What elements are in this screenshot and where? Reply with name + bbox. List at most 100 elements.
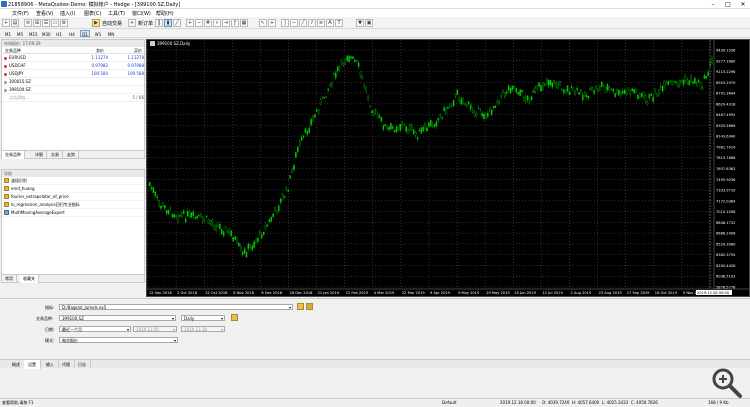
tester-icon[interactable]: ⚙ [60, 19, 68, 27]
symbol-settings-icon[interactable] [231, 314, 238, 321]
menu-file[interactable]: 文件(F) [12, 10, 29, 17]
candle-body [319, 99, 322, 105]
vertical-line-icon[interactable]: │ [281, 19, 289, 27]
market-watch-row[interactable]: USDCHF 0.97982 0.97988 [2, 62, 144, 70]
col-bid[interactable]: 卖价 [96, 47, 104, 54]
autoscroll-icon[interactable]: » [213, 19, 221, 27]
date-range-select[interactable]: 最近一个月 ▾ [59, 326, 131, 332]
navigator-item[interactable]: 波段识别 [2, 177, 144, 185]
cursor-icon[interactable]: ↖ [259, 19, 267, 27]
candle-body [656, 94, 658, 97]
tf-w1[interactable]: W1 [93, 30, 103, 37]
menu-view[interactable]: 查看(V) [36, 10, 53, 17]
close-button[interactable]: ✕ [736, 0, 750, 9]
data-window-icon[interactable]: ⊞ [33, 19, 41, 27]
tab-favorites[interactable]: 收藏夹 [20, 275, 39, 283]
crosshair-icon[interactable]: + [268, 19, 276, 27]
mode-select[interactable]: 每次报价 ▾ [59, 337, 178, 343]
indicators-icon[interactable]: ƒ [231, 19, 239, 27]
menu-insert[interactable]: 插入(I) [60, 10, 75, 17]
tf-m1[interactable]: M1 [3, 30, 13, 37]
tab-settings[interactable]: 设置 [24, 360, 41, 369]
price-chart[interactable]: 9439.1036 9277.1680 9115.2296 8953.2970 8791… [146, 39, 750, 297]
tab-trading[interactable]: 交易 [48, 151, 63, 159]
autotrading-label[interactable]: 自动交易 [102, 20, 122, 27]
market-watch-icon[interactable]: ≡ [24, 19, 32, 27]
market-watch-row[interactable]: USDJPY 109.584 109.588 [2, 70, 144, 78]
tf-m30[interactable]: M30 [41, 30, 51, 37]
templates-icon[interactable]: ▦ [240, 19, 248, 27]
label-icon[interactable]: T [335, 19, 343, 27]
chart-canvas[interactable]: 9439.1036 9277.1680 9115.2296 8953.2970 8791… [147, 40, 749, 296]
maximize-button[interactable]: □ [721, 0, 735, 9]
tab-inputs[interactable]: 输入 [42, 360, 59, 369]
new-order-label[interactable]: 新订单 [138, 20, 153, 27]
menu-window[interactable]: 窗口(W) [132, 10, 151, 17]
tab-symbols[interactable]: 交易品种 [2, 151, 25, 159]
candle-body [335, 72, 337, 78]
tab-details[interactable]: 详细 [32, 151, 47, 159]
tab-overview[interactable]: 概述 [8, 360, 25, 369]
date-to-field[interactable]: 2019.12.18 ▾ [181, 326, 225, 332]
candlestick-icon[interactable]: ▮ [164, 19, 172, 27]
market-watch-row[interactable]: 399100.SZ [2, 86, 144, 94]
expert-select[interactable]: D:/Bags/ol_Jumels.ex5 ▾ [59, 304, 293, 310]
navigator-icon[interactable]: ☰ [42, 19, 50, 27]
tab-common[interactable]: 常用 [2, 275, 17, 283]
menu-charts[interactable]: 图表(C) [84, 10, 101, 17]
tf-h4[interactable]: H4 [67, 30, 77, 37]
candle-body [711, 58, 713, 64]
bar-chart-icon[interactable]: ┃ [155, 19, 163, 27]
tf-m5[interactable]: M5 [15, 30, 25, 37]
add-symbol-hint[interactable]: 点击添加... [9, 94, 29, 102]
tf-mn[interactable]: MN [106, 30, 116, 37]
autotrading-icon[interactable]: ▶ [92, 19, 100, 27]
tab-ticks[interactable]: 走势 [64, 151, 79, 159]
navigator-header: 导航 [2, 170, 144, 177]
navigator-item[interactable]: MultiMovingAverageExpert [2, 209, 144, 217]
add-symbol-row[interactable]: 点击添加... 5 / 66 [2, 94, 144, 102]
trendline-icon[interactable]: ╱ [299, 19, 307, 27]
zoom-in-icon[interactable]: + [186, 19, 194, 27]
col-ask[interactable]: 买价 [134, 47, 142, 54]
tf-m15[interactable]: M15 [28, 30, 38, 37]
navigator-item[interactable]: emd_huang [2, 185, 144, 193]
screenshot-icon[interactable]: ▣ [365, 19, 373, 27]
zoom-icon[interactable] [707, 366, 747, 400]
expert-open-icon[interactable] [297, 303, 304, 310]
menu-tools[interactable]: 工具(T) [108, 10, 125, 17]
horizontal-line-icon[interactable]: ─ [290, 19, 298, 27]
tab-journal[interactable]: 日志 [74, 360, 91, 369]
new-order-icon[interactable]: + [128, 19, 136, 27]
expert-edit-icon[interactable] [306, 303, 313, 310]
col-symbol[interactable]: 交易品种 [5, 47, 21, 54]
zoom-out-icon[interactable]: − [195, 19, 203, 27]
terminal-icon[interactable]: ▭ [51, 19, 59, 27]
fibonacci-icon[interactable]: ≡ [317, 19, 325, 27]
tab-agents[interactable]: 代理 [58, 360, 75, 369]
navigator-item[interactable]: lo_regression_analysis回归专业指标 [2, 201, 144, 209]
candle-body [257, 237, 259, 242]
menu-help[interactable]: 帮助(H) [156, 10, 174, 17]
text-icon[interactable]: A [326, 19, 334, 27]
period-select[interactable]: Daily ▾ [181, 315, 225, 321]
new-chart-icon[interactable]: + [2, 19, 10, 27]
market-watch-row[interactable]: 300015.SZ [2, 78, 144, 86]
profiles-icon[interactable]: ▤ [11, 19, 19, 27]
date-from-field[interactable]: 2019.12.05 ▾ [133, 326, 177, 332]
chart-shift-icon[interactable]: ⇥ [222, 19, 230, 27]
tf-d1[interactable]: D1 [80, 30, 90, 37]
navigator-item[interactable]: fourier_extrapolator_of_price [2, 193, 144, 201]
symbol-select[interactable]: 399100.SZ ▾ [59, 315, 176, 321]
candle-body [359, 71, 362, 76]
market-watch-row[interactable]: EURUSD 1.11274 1.11278 [2, 54, 144, 62]
channel-icon[interactable]: ⫽ [308, 19, 316, 27]
grid-icon[interactable]: # [204, 19, 212, 27]
minimize-button[interactable]: – [706, 0, 720, 9]
line-chart-icon[interactable]: ╱ [173, 19, 181, 27]
candle-body [260, 234, 263, 239]
market-watch-tabs: 交易品种 详细 交易 走势 [2, 150, 144, 159]
tf-h1[interactable]: H1 [54, 30, 64, 37]
signals-icon[interactable]: ▼ [356, 19, 364, 27]
candle-body [266, 224, 269, 227]
